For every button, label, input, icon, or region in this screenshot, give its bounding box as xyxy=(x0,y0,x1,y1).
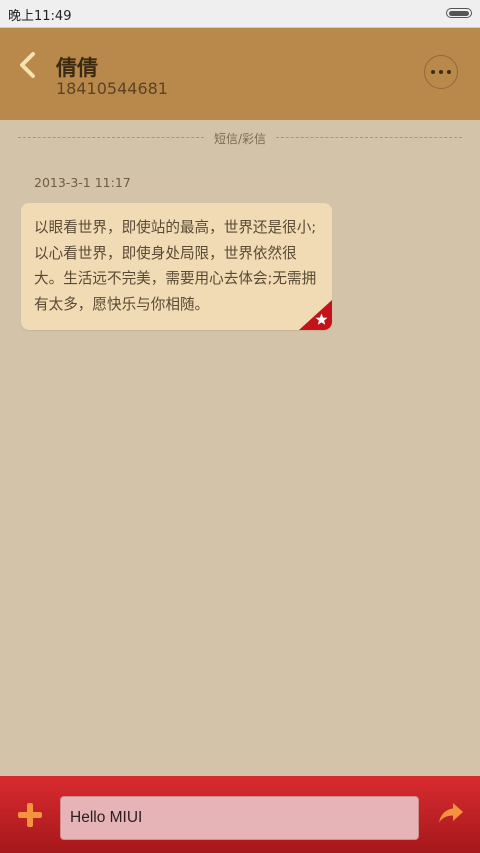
compose-bar xyxy=(0,776,480,853)
chevron-left-icon[interactable] xyxy=(14,50,40,80)
contact-number: 18410544681 xyxy=(56,79,168,98)
status-time: 晚上11:49 xyxy=(8,9,72,24)
divider-label: 短信/彩信 xyxy=(213,132,267,146)
contact-name: 倩倩 xyxy=(56,56,98,80)
send-icon[interactable] xyxy=(438,802,464,824)
message-input[interactable] xyxy=(60,796,419,840)
conversation-header: 倩倩 18410544681 xyxy=(0,28,480,120)
message-type-divider: 短信/彩信 xyxy=(18,130,462,146)
star-icon xyxy=(299,300,332,330)
plus-icon[interactable] xyxy=(17,802,43,828)
battery-icon xyxy=(446,8,472,18)
status-bar: 晚上11:49 xyxy=(0,0,480,28)
message-bubble[interactable]: 以眼看世界，即使站的最高，世界还是很小;以心看世界，即使身处局限，世界依然很大。… xyxy=(21,203,332,330)
message-timestamp: 2013-3-1 11:17 xyxy=(34,175,131,190)
more-icon xyxy=(431,70,435,74)
message-text: 以眼看世界，即使站的最高，世界还是很小;以心看世界，即使身处局限，世界依然很大。… xyxy=(34,219,317,313)
more-button[interactable] xyxy=(424,55,458,89)
